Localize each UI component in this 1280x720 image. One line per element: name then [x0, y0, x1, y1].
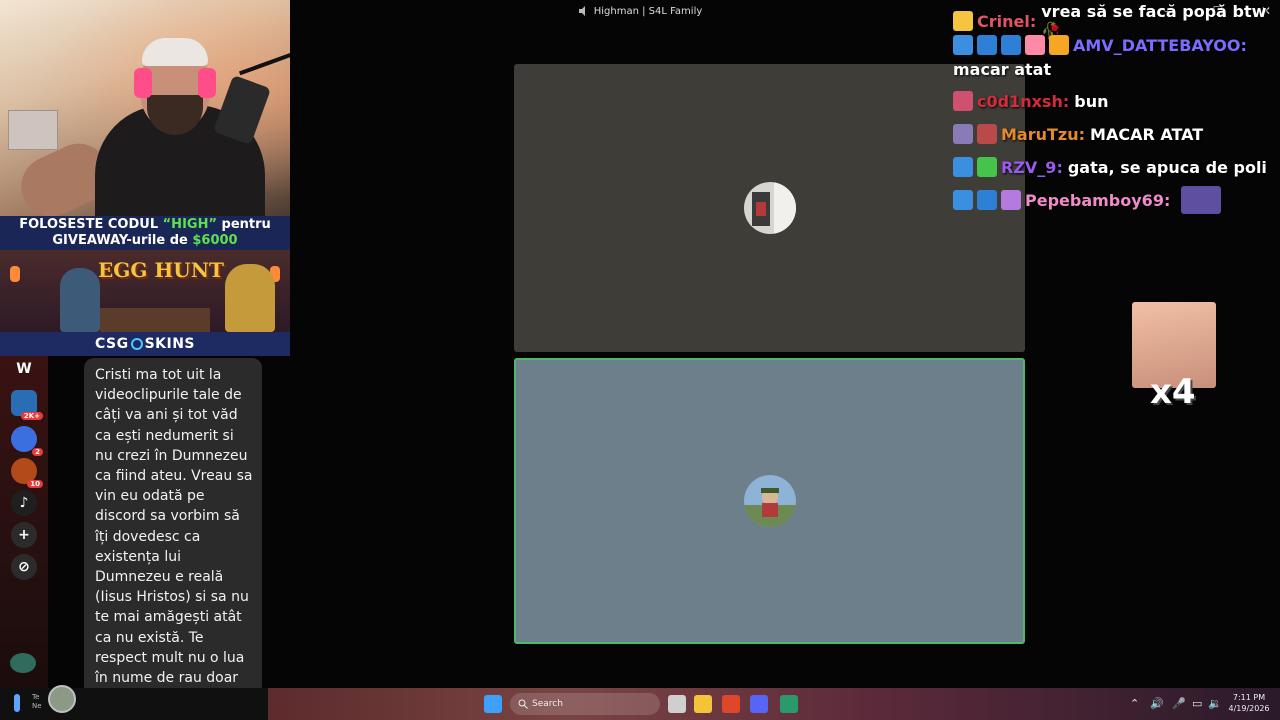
chat-message: AMV_DATTEBAYOO: — [953, 35, 1280, 55]
participant-tile[interactable] — [514, 64, 1025, 352]
monster-badge-icon — [953, 124, 973, 144]
discord-icon[interactable] — [750, 695, 768, 713]
chat-message-continued: macar atat — [953, 60, 1280, 79]
explore-icon[interactable]: ⊘ — [11, 554, 37, 580]
streamer-cap — [142, 38, 208, 66]
shelf — [8, 110, 58, 150]
server-icon[interactable]: 2 — [11, 426, 43, 456]
gift-badge-icon — [977, 157, 997, 177]
server-icon[interactable]: 2K+ — [11, 390, 43, 420]
weather-widget[interactable]: Te Ne — [32, 693, 42, 711]
server-list: W 2K+ 2 10 ♪ + ⊘ — [0, 356, 48, 688]
chat-message: c0d1nxsh: bun — [953, 91, 1280, 111]
task-view-icon[interactable] — [668, 695, 686, 713]
gift-badge-icon — [1025, 35, 1045, 55]
search-box[interactable]: Search — [510, 693, 660, 715]
game-banner: EGG HUNT — [0, 250, 290, 332]
donation-text: Cristi ma tot uit la videoclipurile tale… — [95, 367, 253, 720]
weather-icon[interactable] — [14, 694, 20, 712]
taskbar-clock[interactable]: 7:11 PM 4/19/2026 — [1228, 692, 1270, 714]
participant-avatar — [743, 475, 796, 527]
crown-badge-icon — [953, 11, 973, 31]
taskbar — [268, 688, 1280, 720]
chat-text: macar atat — [953, 60, 1052, 79]
speaker-icon[interactable]: 🔊 — [1150, 697, 1164, 710]
sub-badge-icon — [953, 190, 973, 210]
sub-badge-icon — [977, 35, 997, 55]
file-explorer-icon[interactable] — [694, 695, 712, 713]
donor-avatar — [48, 685, 76, 713]
chevron-up-icon[interactable]: ⌃ — [1130, 697, 1139, 710]
participant-avatar — [743, 182, 796, 234]
chat-username: MaruTzu: — [1001, 124, 1086, 144]
promo-code: “HIGH” — [162, 217, 217, 232]
donation-message: Cristi ma tot uit la videoclipurile tale… — [84, 358, 262, 720]
reaction-count: x4 — [1150, 372, 1196, 412]
promo-amount: $6000 — [192, 233, 238, 248]
monster-badge-icon — [977, 190, 997, 210]
promo-banner: FOLOSESTE CODUL “HIGH” pentru GIVEAWAY-u… — [0, 216, 290, 250]
search-icon — [518, 699, 528, 709]
chat-username: Pepebamboy69: — [1025, 190, 1171, 210]
speaker-icon — [578, 6, 585, 16]
game-character — [225, 264, 275, 332]
chat-username: Crinel: — [977, 11, 1037, 31]
microphone-icon[interactable]: 🎤 — [1172, 697, 1186, 710]
chat-text: bun — [1074, 91, 1109, 111]
chat-message: MaruTzu: MACAR ATAT — [953, 124, 1280, 144]
gift-badge-icon — [1001, 190, 1021, 210]
headphones — [134, 68, 152, 98]
sponsor-banner: CSG SKINS — [0, 332, 290, 356]
game-character — [60, 268, 100, 332]
batman-emote-icon — [1181, 186, 1222, 214]
server-icon[interactable]: W — [11, 356, 37, 382]
start-icon[interactable] — [484, 695, 502, 713]
bits-badge-icon — [1049, 35, 1069, 55]
chat-username: AMV_DATTEBAYOO: — [1073, 35, 1247, 55]
webcam-feed — [0, 0, 290, 216]
rose-badge-icon — [977, 124, 997, 144]
game-banner-title: EGG HUNT — [98, 258, 224, 282]
sponsor-logo-icon — [130, 338, 143, 350]
hammer-badge-icon — [953, 35, 973, 55]
chat-message: Pepebamboy69: — [953, 186, 1280, 214]
volume-icon[interactable]: 🔉 — [1208, 697, 1222, 710]
monster-badge-icon — [953, 157, 973, 177]
brave-browser-icon[interactable] — [722, 695, 740, 713]
chat-message: RZV_9: gata, se apuca de poli — [953, 157, 1280, 177]
add-server-icon[interactable]: + — [11, 522, 37, 548]
window-title: Highman | S4L Family — [593, 5, 703, 17]
user-avatar[interactable] — [10, 653, 36, 673]
participant-tile-speaking[interactable] — [514, 358, 1025, 644]
monster-badge-icon — [953, 91, 973, 111]
monster-badge-icon — [1001, 35, 1021, 55]
server-icon[interactable]: 10 — [11, 458, 43, 488]
network-icon[interactable]: ▭ — [1192, 697, 1202, 710]
chat-username: c0d1nxsh: — [977, 91, 1070, 111]
server-icon[interactable]: ♪ — [11, 490, 37, 516]
chat-username: RZV_9: — [1001, 157, 1063, 177]
browser-icon[interactable] — [780, 695, 798, 713]
chat-text: gata, se apuca de poli — [1067, 157, 1267, 177]
chat-text: MACAR ATAT — [1090, 124, 1204, 144]
